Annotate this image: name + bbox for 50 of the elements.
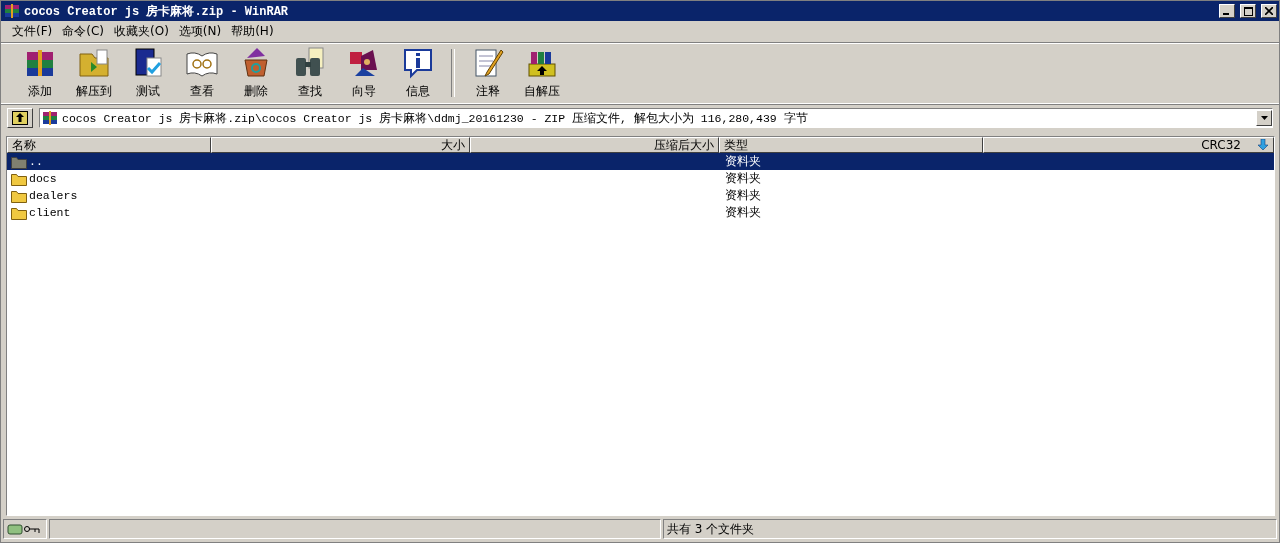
menu-item[interactable]: 命令(C) bbox=[57, 21, 109, 42]
file-type: 资料夹 bbox=[724, 204, 762, 221]
menu-item[interactable]: 选项(N) bbox=[173, 21, 227, 42]
menu-item[interactable]: 收藏夹(O) bbox=[109, 21, 174, 42]
maximize-icon bbox=[1243, 6, 1253, 16]
dropdown-button[interactable] bbox=[1256, 110, 1272, 126]
file-row[interactable]: .. 资料夹 bbox=[7, 153, 1274, 170]
toolbar-button[interactable]: 解压到 bbox=[67, 45, 121, 101]
toolbar-button[interactable]: 删除 bbox=[229, 45, 283, 101]
column-header[interactable]: 压缩后大小 bbox=[470, 137, 719, 153]
file-type: 资料夹 bbox=[724, 187, 762, 204]
toolbar-button[interactable]: 注释 bbox=[461, 45, 515, 101]
menu-item[interactable]: 文件(F) bbox=[7, 21, 58, 42]
file-name: .. bbox=[29, 155, 43, 168]
close-icon bbox=[1265, 7, 1273, 15]
toolbar-button[interactable]: 自解压 bbox=[515, 45, 569, 101]
minimize-button[interactable] bbox=[1219, 4, 1235, 18]
window-title: cocos Creator js 房卡麻将.zip - WinRAR bbox=[24, 3, 290, 20]
toolbar-button[interactable]: 测试 bbox=[121, 45, 175, 101]
archive-icon bbox=[42, 110, 58, 126]
toolbar-button[interactable]: 查看 bbox=[175, 45, 229, 101]
maximize-button[interactable] bbox=[1240, 4, 1256, 18]
app-icon bbox=[4, 3, 20, 19]
folder-icon bbox=[11, 205, 27, 220]
sort-arrow-icon bbox=[1257, 139, 1269, 151]
caret-icon bbox=[1260, 116, 1268, 120]
file-row[interactable]: client 资料夹 bbox=[7, 204, 1274, 221]
file-row[interactable]: docs 资料夹 bbox=[7, 170, 1274, 187]
toolbar-button[interactable]: 查找 bbox=[283, 45, 337, 101]
close-button[interactable] bbox=[1261, 4, 1277, 18]
toolbar-button[interactable]: 信息 bbox=[391, 45, 445, 101]
info-icon bbox=[401, 46, 435, 80]
up-folder-button[interactable] bbox=[7, 108, 33, 128]
column-header[interactable]: 名称 bbox=[7, 137, 211, 153]
toolbar-button[interactable]: 添加 bbox=[13, 45, 67, 101]
path-combo[interactable]: cocos Creator js 房卡麻将.zip\cocos Creator js 房卡麻将\ddmj_20161230 - ZIP 压缩文件, 解包大小为 116,280,439 字节 bbox=[39, 108, 1273, 128]
column-header[interactable]: 类型 bbox=[719, 137, 983, 153]
status-text: 共有 3 个文件夹 bbox=[663, 519, 1277, 539]
toolbar-button[interactable]: 向导 bbox=[337, 45, 391, 101]
menu-item[interactable]: 帮助(H) bbox=[226, 21, 279, 42]
column-header[interactable]: CRC32 bbox=[983, 137, 1274, 153]
column-header[interactable]: 大小 bbox=[211, 137, 470, 153]
folder-extract-icon bbox=[77, 46, 111, 80]
file-row[interactable]: dealers 资料夹 bbox=[7, 187, 1274, 204]
file-type: 资料夹 bbox=[724, 153, 762, 170]
file-type: 资料夹 bbox=[724, 170, 762, 187]
file-name: client bbox=[29, 206, 71, 219]
folder-icon bbox=[11, 188, 27, 203]
file-name: docs bbox=[29, 172, 57, 185]
file-name: dealers bbox=[29, 189, 78, 202]
